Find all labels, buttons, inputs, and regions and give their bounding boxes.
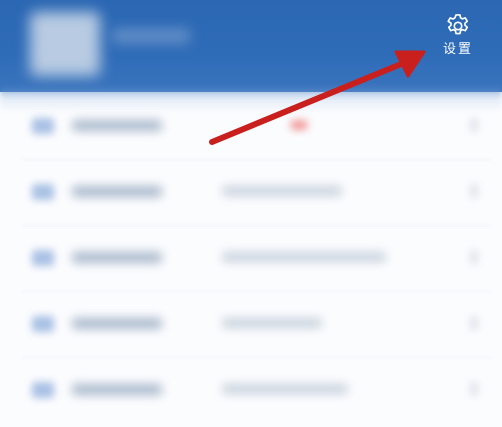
list-item-icon <box>32 184 54 200</box>
chevron-right-icon <box>470 184 478 198</box>
list-item-title-blurred <box>72 252 162 263</box>
list-item-icon <box>32 382 54 398</box>
chevron-right-icon <box>470 382 478 396</box>
chevron-right-icon <box>470 250 478 264</box>
settings-screen: 设置 <box>0 0 502 427</box>
header-bar: 设置 <box>0 0 502 92</box>
list-item-value-blurred <box>222 252 386 262</box>
list-item[interactable] <box>0 94 502 160</box>
list-item[interactable] <box>0 358 502 424</box>
list-item[interactable] <box>0 292 502 358</box>
list-item-title-blurred <box>72 384 162 395</box>
list-item-value-blurred <box>222 318 322 328</box>
list-item-value-blurred <box>222 384 348 394</box>
account-name-blurred <box>112 28 190 44</box>
list-item[interactable] <box>0 226 502 292</box>
settings-button[interactable]: 设置 <box>432 10 484 72</box>
gear-icon <box>432 12 484 40</box>
list-item-icon <box>32 118 54 134</box>
settings-label: 设置 <box>442 42 473 57</box>
avatar[interactable] <box>30 12 100 76</box>
list-item-icon <box>32 250 54 266</box>
chevron-right-icon <box>470 316 478 330</box>
list-item[interactable] <box>0 160 502 226</box>
list-item-value-blurred <box>222 186 342 196</box>
list-item-title-blurred <box>72 120 162 131</box>
list-item-icon <box>32 316 54 332</box>
menu-list <box>0 94 502 427</box>
list-item-title-blurred <box>72 318 162 329</box>
list-item-title-blurred <box>72 186 162 197</box>
chevron-right-icon <box>470 118 478 132</box>
notification-badge <box>290 120 308 130</box>
